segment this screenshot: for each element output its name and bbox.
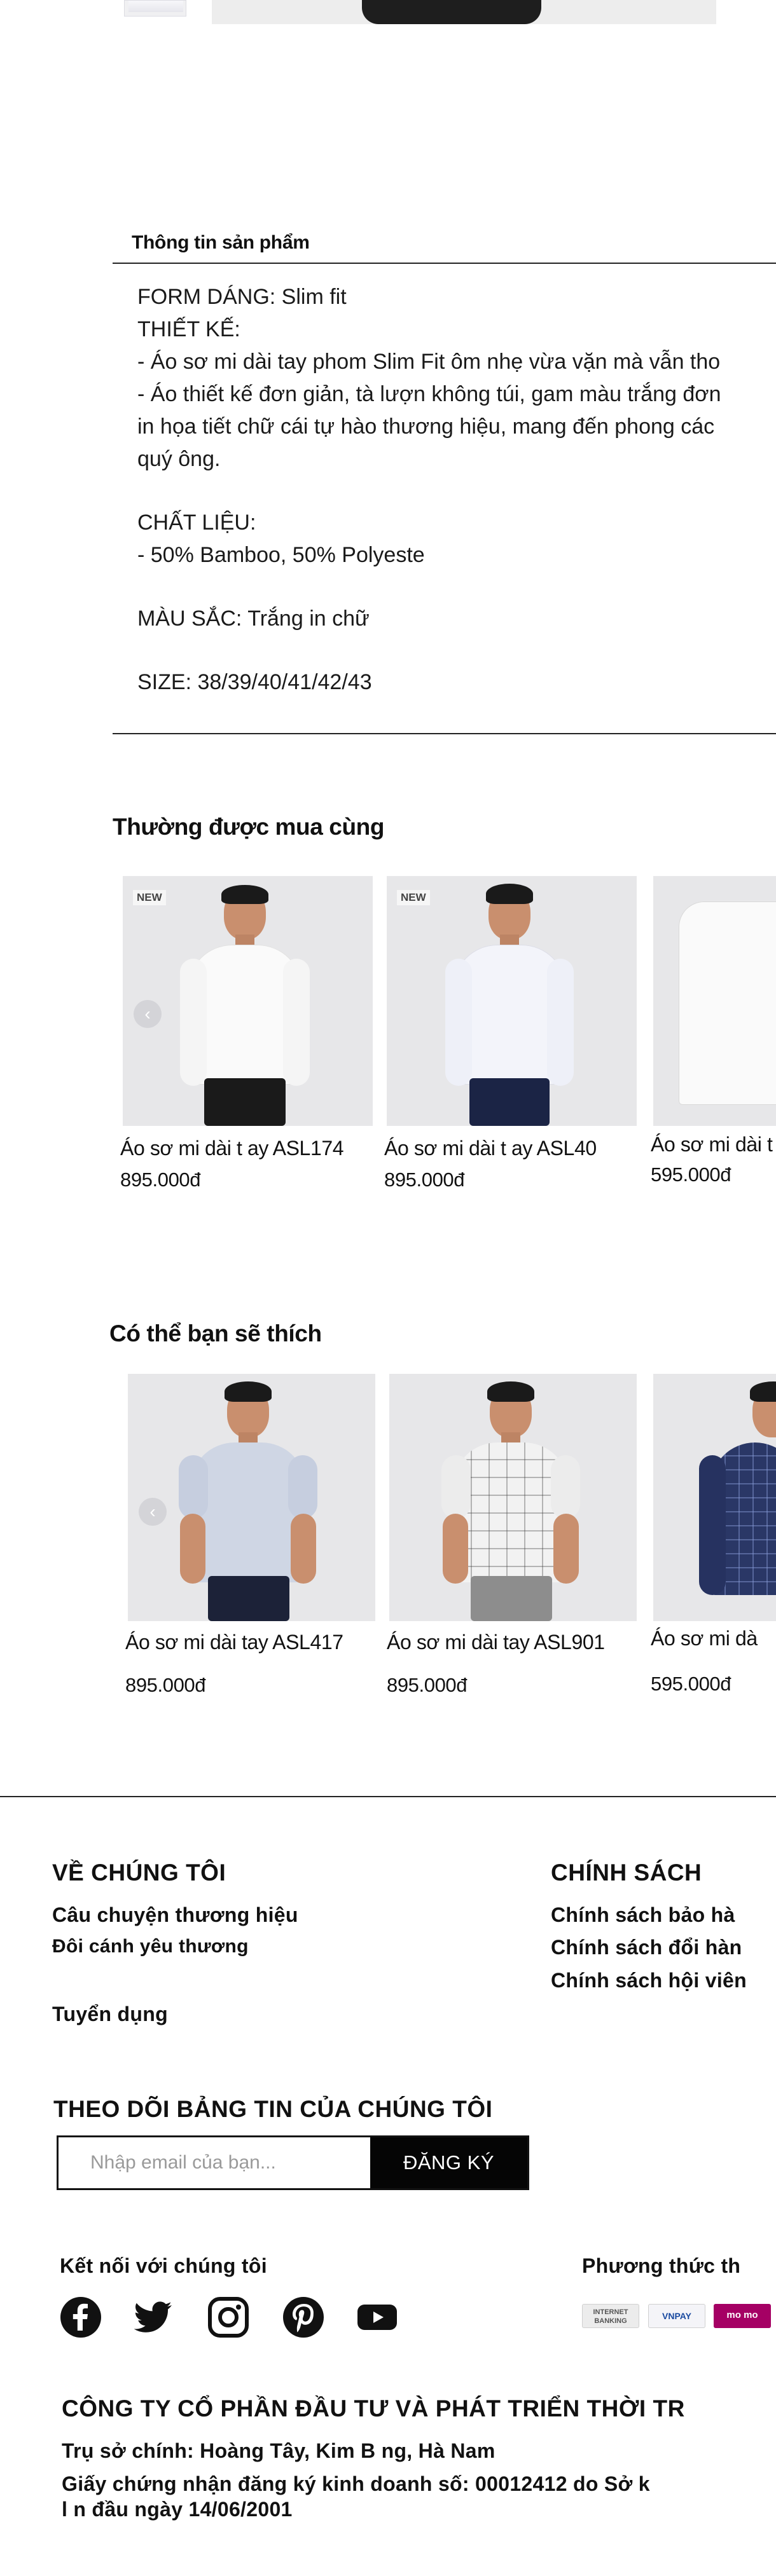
twitter-icon[interactable] xyxy=(132,2296,174,2338)
product-image xyxy=(389,1374,637,1621)
product-image xyxy=(653,1374,776,1621)
facebook-icon[interactable] xyxy=(60,2296,102,2338)
footer-link-careers[interactable]: Tuyển dụng xyxy=(52,2003,168,2026)
product-name[interactable]: Áo sơ mi dài t ay ASL40 xyxy=(384,1137,597,1160)
footer-link-membership[interactable]: Chính sách hội viên xyxy=(551,1969,747,1992)
design-line-1: - Áo sơ mi dài tay phom Slim Fit ôm nhẹ … xyxy=(137,350,721,374)
company-address: Trụ sở chính: Hoàng Tây, Kim B ng, Hà Na… xyxy=(62,2439,495,2462)
internet-banking-logo: INTERNET BANKING xyxy=(582,2304,639,2328)
email-input[interactable] xyxy=(59,2137,370,2188)
footer-link-wings[interactable]: Đôi cánh yêu thương xyxy=(52,1936,249,1957)
design-line-4: quý ông. xyxy=(137,447,221,471)
may-like-title: Có thể bạn sẽ thích xyxy=(109,1320,322,1346)
pinterest-icon[interactable] xyxy=(282,2296,324,2338)
instagram-icon[interactable] xyxy=(207,2296,249,2338)
newsletter-title: THEO DÕI BẢNG TIN CỦA CHÚNG TÔI xyxy=(53,2096,493,2122)
product-info-heading: Thông tin sản phẩm xyxy=(132,232,310,253)
business-license: Giấy chứng nhận đăng ký kinh doanh số: 0… xyxy=(62,2472,650,2495)
product-price: 895.000đ xyxy=(125,1674,206,1696)
gallery-thumbnail[interactable] xyxy=(124,0,186,17)
payment-title: Phương thức th xyxy=(582,2254,741,2277)
divider xyxy=(113,733,776,734)
company-name: CÔNG TY CỔ PHẦN ĐẦU TƯ VÀ PHÁT TRIỂN THỜ… xyxy=(62,2395,685,2422)
product-image: NEW xyxy=(123,876,373,1126)
chevron-left-icon: ‹ xyxy=(149,1502,156,1521)
product-price: 895.000đ xyxy=(387,1674,468,1696)
business-license-date: l n đầu ngày 14/06/2001 xyxy=(62,2498,293,2521)
design-line-2: - Áo thiết kế đơn giản, tà lượn không tú… xyxy=(137,382,721,406)
policy-title: CHÍNH SÁCH xyxy=(551,1860,702,1886)
subscribe-button[interactable]: ĐĂNG KÝ xyxy=(370,2137,527,2188)
newsletter-form: ĐĂNG KÝ xyxy=(57,2135,529,2190)
color-line: MÀU SẮC: Trắng in chữ xyxy=(137,606,370,631)
design-line-3: in họa tiết chữ cái tự hào thương hiệu, … xyxy=(137,414,715,439)
divider xyxy=(113,263,776,264)
vnpay-logo: VNPAY xyxy=(648,2304,705,2328)
footer-link-exchange[interactable]: Chính sách đổi hàn xyxy=(551,1936,742,1959)
design-label: THIẾT KẾ: xyxy=(137,317,240,341)
product-main-image xyxy=(212,0,716,24)
chevron-left-icon: ‹ xyxy=(144,1004,151,1024)
footer-link-warranty[interactable]: Chính sách bảo hà xyxy=(551,1903,735,1927)
product-image: NEW xyxy=(387,876,637,1126)
new-badge: NEW xyxy=(133,890,166,905)
carousel-prev-button[interactable]: ‹ xyxy=(134,1000,162,1028)
product-price: 895.000đ xyxy=(120,1168,201,1191)
product-name[interactable]: Áo sơ mi dài t xyxy=(651,1133,773,1156)
material-value: - 50% Bamboo, 50% Polyeste xyxy=(137,543,425,567)
material-label: CHẤT LIỆU: xyxy=(137,510,256,535)
product-price: 595.000đ xyxy=(651,1163,731,1186)
product-image xyxy=(128,1374,375,1621)
product-image-pants xyxy=(362,0,541,24)
form-line: FORM DÁNG: Slim fit xyxy=(137,285,347,309)
product-price: 595.000đ xyxy=(651,1673,731,1695)
about-title: VỀ CHÚNG TÔI xyxy=(52,1860,226,1886)
thumbnail-image xyxy=(128,1,183,12)
footer-divider xyxy=(0,1796,776,1797)
new-badge: NEW xyxy=(397,890,430,905)
product-description: FORM DÁNG: Slim fit THIẾT KẾ: - Áo sơ mi… xyxy=(137,281,721,699)
footer-link-brand-story[interactable]: Câu chuyện thương hiệu xyxy=(52,1903,298,1927)
bought-together-title: Thường được mua cùng xyxy=(113,814,385,840)
product-name[interactable]: Áo sơ mi dài t ay ASL174 xyxy=(120,1137,344,1160)
youtube-icon[interactable] xyxy=(356,2296,398,2338)
momo-logo: mo mo xyxy=(714,2304,771,2328)
product-name[interactable]: Áo sơ mi dài tay ASL417 xyxy=(125,1631,343,1654)
connect-title: Kết nối với chúng tôi xyxy=(60,2254,267,2277)
carousel-prev-button[interactable]: ‹ xyxy=(139,1498,167,1526)
folded-shirt xyxy=(679,901,776,1105)
product-image xyxy=(653,876,776,1126)
size-line: SIZE: 38/39/40/41/42/43 xyxy=(137,670,372,694)
product-price: 895.000đ xyxy=(384,1168,465,1191)
product-name[interactable]: Áo sơ mi dà xyxy=(651,1627,758,1650)
product-name[interactable]: Áo sơ mi dài tay ASL901 xyxy=(387,1631,605,1654)
